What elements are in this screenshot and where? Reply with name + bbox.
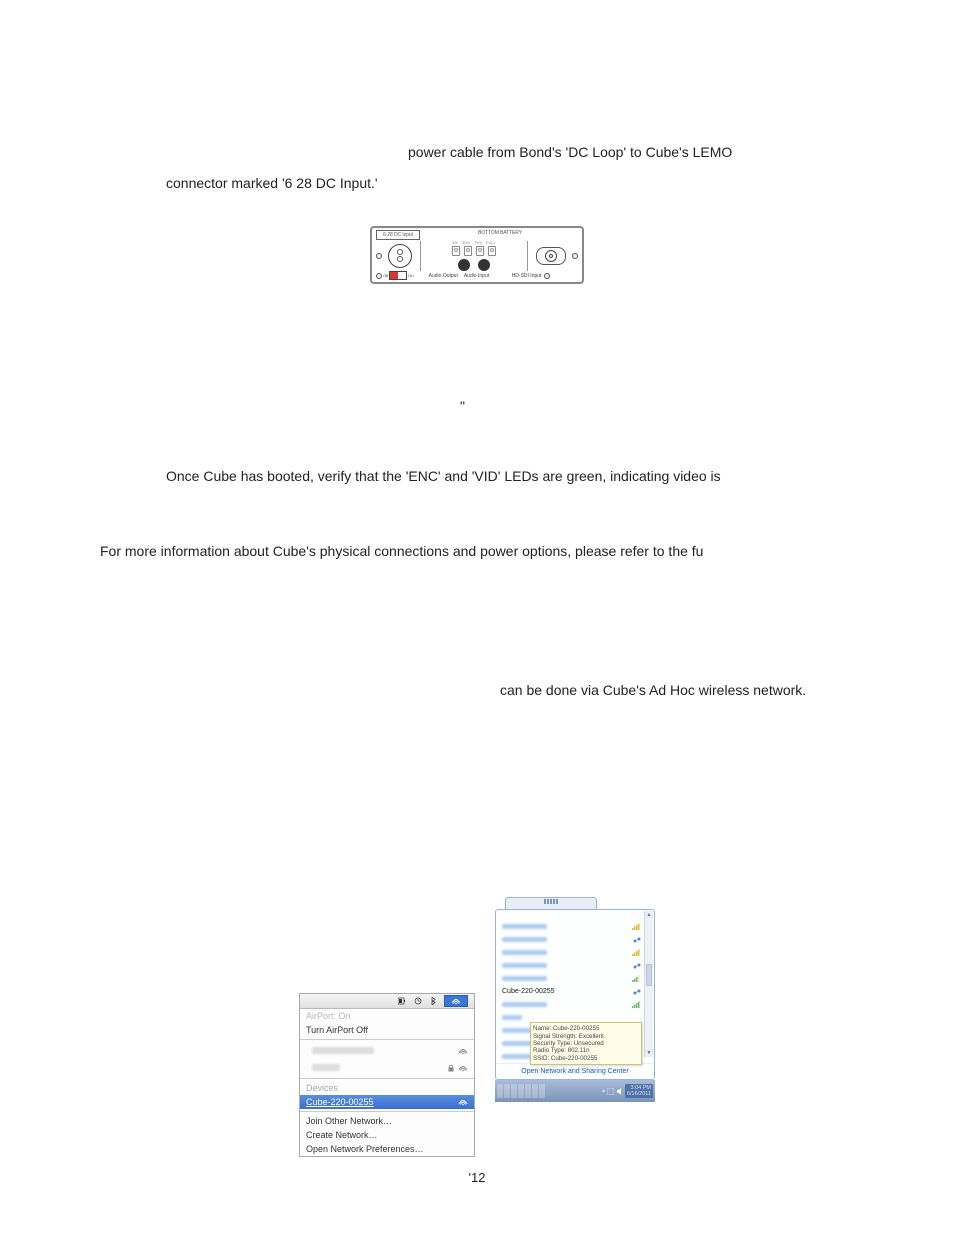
body-text-moreinfo: For more information about Cube's physic… [100,539,854,564]
body-text-adhoc: can be done via Cube's Ad Hoc wireless n… [100,678,854,703]
signal-adhoc-icon [632,962,642,970]
windows-network-flyout: ▲ ▼ ↻ Cube-Stream-Test-2 Customer-09048 … [495,897,655,1157]
signal-med-icon [632,975,642,983]
taskbar-apps-icon[interactable] [497,1084,545,1098]
bottom-battery-label: BOTTOM BATTERY [478,230,522,240]
lock-icon [448,1064,454,1072]
audio-output-label: Audio Output [429,273,458,279]
scrollbar[interactable]: ▲ ▼ [644,911,653,1057]
screw-icon [572,253,578,259]
tray-flag-icon[interactable] [607,1088,614,1095]
body-text-boot: Once Cube has booted, verify that the 'E… [100,464,854,489]
audio-input-label: Audio Input [464,273,489,279]
tray-speaker-icon[interactable] [616,1088,623,1095]
signal-strong-icon [632,949,642,957]
audio-input-jack-icon [478,259,490,271]
audio-output-jack-icon [458,259,470,271]
mac-airport-menu: AirPort: On Turn AirPort Off Devices [299,993,475,1157]
lemo-connector-icon [388,244,412,268]
hd-sdi-input-icon [536,247,566,265]
wifi-icon [458,1098,468,1106]
body-text-l2: connector marked '6 28 DC Input.' [100,171,854,196]
body-text-l1: power cable from Bond's 'DC Loop' to Cub… [100,140,854,165]
signal-adhoc-icon [632,936,642,944]
wifi-icon [458,1047,468,1055]
open-network-preferences[interactable]: Open Network Preferences… [300,1142,474,1156]
wifi-icon [458,1064,468,1072]
network-item[interactable]: Cube-Stream-Test-2 [496,920,654,933]
network-item[interactable] [300,1042,474,1059]
create-network[interactable]: Create Network… [300,1128,474,1142]
mac-menubar [300,994,474,1009]
cube-backpanel-diagram: 6-28 DC Input BOTTOM BATTERY 5% 50% 75% … [370,226,584,284]
bluetooth-icon [430,997,436,1005]
join-other-network[interactable]: Join Other Network… [300,1114,474,1128]
signal-strong-icon [632,1001,642,1009]
screw-icon [376,253,382,259]
windows-taskbar: ▴ 3:04 PM 6/16/2011 [495,1080,655,1102]
signal-strong-icon [632,923,642,931]
battery-leds-icon [452,246,496,256]
screw-icon [376,273,382,279]
taskbar-clock[interactable]: 3:04 PM 6/16/2011 [625,1084,653,1098]
hd-sdi-label: HD-SDI Input [512,273,542,279]
window-grip-icon [505,897,597,909]
signal-adhoc-icon [632,988,642,996]
airport-status-label: AirPort: On [300,1009,474,1023]
network-tooltip: Name: Cube-220-00255 Signal Strength: Ex… [530,1022,642,1065]
battery-icon [398,997,406,1005]
network-item[interactable] [300,1059,474,1076]
power-switch-icon [389,271,407,280]
stray-quote: " [100,394,854,419]
devices-label: Devices [300,1081,474,1095]
turn-airport-off[interactable]: Turn AirPort Off [300,1023,474,1037]
screw-icon [544,273,550,279]
network-item[interactable]: Teradek-A-34 [496,998,654,1011]
device-cube-row[interactable]: Cube-220-00255 [300,1095,474,1109]
page-number: '12 [469,1170,486,1185]
network-item-cube[interactable]: Cube-220-00255 [496,985,654,998]
clock-icon [414,997,422,1005]
tray-chevron-icon[interactable]: ▴ [602,1088,605,1094]
airport-menubar-icon[interactable] [444,995,468,1007]
dc-input-label: 6-28 DC Input [376,230,420,240]
